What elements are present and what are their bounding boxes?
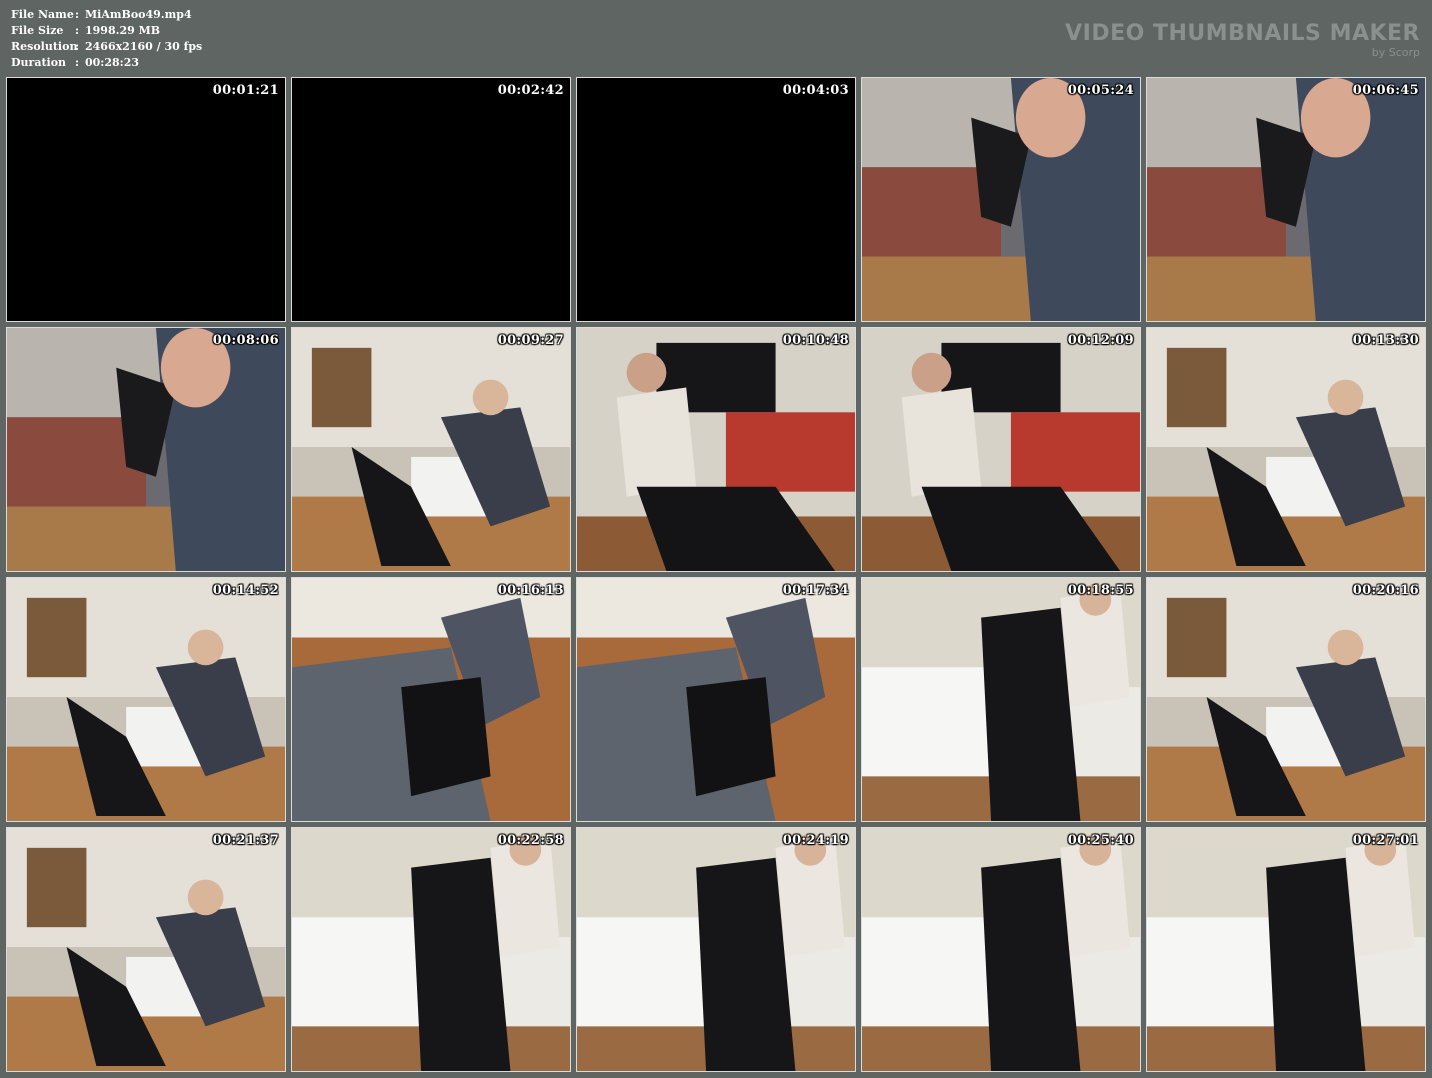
- video-thumbnail[interactable]: 00:08:06: [6, 327, 286, 572]
- thumbnail-timestamp: 00:02:42: [497, 83, 564, 98]
- video-thumbnail[interactable]: 00:02:42: [291, 77, 571, 322]
- separator: :: [75, 40, 80, 53]
- file-name-label: File Name: [11, 8, 74, 21]
- resolution-value: 2466x2160 / 30 fps: [85, 40, 203, 53]
- thumbnail-timestamp: 00:27:01: [1352, 833, 1419, 848]
- thumbnail-timestamp: 00:06:45: [1352, 83, 1419, 98]
- file-size-row: File Size : 1998.29 MB: [11, 23, 202, 39]
- file-size-label: File Size: [11, 24, 64, 37]
- thumbnail-frame-image: [1147, 328, 1425, 571]
- brand-subtitle: by Scorp: [1371, 46, 1420, 59]
- video-thumbnail[interactable]: 00:25:40: [861, 827, 1141, 1072]
- thumbnail-frame-image: [292, 578, 570, 821]
- thumbnail-timestamp: 00:13:30: [1352, 333, 1419, 348]
- thumbnail-timestamp: 00:20:16: [1352, 583, 1419, 598]
- thumbnail-frame-image: [7, 328, 285, 571]
- video-thumbnail[interactable]: 00:22:58: [291, 827, 571, 1072]
- duration-label: Duration: [11, 56, 67, 69]
- video-thumbnail[interactable]: 00:12:09: [861, 327, 1141, 572]
- thumbnail-timestamp: 00:09:27: [497, 333, 564, 348]
- thumbnail-frame-image: [7, 78, 285, 321]
- video-thumbnail[interactable]: 00:24:19: [576, 827, 856, 1072]
- video-thumbnail[interactable]: 00:20:16: [1146, 577, 1426, 822]
- thumbnail-timestamp: 00:16:13: [497, 583, 564, 598]
- separator: :: [75, 56, 80, 69]
- separator: :: [75, 24, 80, 37]
- thumbnail-frame-image: [577, 328, 855, 571]
- thumbnail-timestamp: 00:22:58: [497, 833, 564, 848]
- thumbnail-frame-image: [577, 78, 855, 321]
- thumbnail-timestamp: 00:10:48: [782, 333, 849, 348]
- brand-watermark: VIDEO THUMBNAILS MAKER by Scorp: [1065, 21, 1420, 60]
- thumbnail-timestamp: 00:17:34: [782, 583, 849, 598]
- thumbnail-frame-image: [862, 578, 1140, 821]
- video-thumbnail[interactable]: 00:27:01: [1146, 827, 1426, 1072]
- thumbnail-frame-image: [292, 828, 570, 1071]
- thumbnail-frame-image: [292, 78, 570, 321]
- thumbnail-timestamp: 00:01:21: [212, 83, 279, 98]
- duration-row: Duration : 00:28:23: [11, 55, 202, 71]
- video-thumbnail[interactable]: 00:10:48: [576, 327, 856, 572]
- resolution-label: Resolution: [11, 40, 78, 53]
- video-thumbnail[interactable]: 00:16:13: [291, 577, 571, 822]
- thumbnail-frame-image: [577, 578, 855, 821]
- resolution-row: Resolution : 2466x2160 / 30 fps: [11, 39, 202, 55]
- thumbnail-frame-image: [862, 328, 1140, 571]
- video-thumbnail[interactable]: 00:17:34: [576, 577, 856, 822]
- video-thumbnail[interactable]: 00:06:45: [1146, 77, 1426, 322]
- thumbnail-frame-image: [7, 828, 285, 1071]
- file-size-value: 1998.29 MB: [85, 24, 161, 37]
- thumbnail-frame-image: [862, 828, 1140, 1071]
- separator: :: [75, 8, 80, 21]
- thumbnail-timestamp: 00:24:19: [782, 833, 849, 848]
- thumbnail-timestamp: 00:21:37: [212, 833, 279, 848]
- video-thumbnail[interactable]: 00:18:55: [861, 577, 1141, 822]
- thumbnail-frame-image: [1147, 78, 1425, 321]
- video-thumbnail[interactable]: 00:09:27: [291, 327, 571, 572]
- file-name-row: File Name : MiAmBoo49.mp4: [11, 7, 202, 23]
- thumbnail-frame-image: [862, 78, 1140, 321]
- thumbnail-timestamp: 00:05:24: [1067, 83, 1134, 98]
- video-thumbnail[interactable]: 00:04:03: [576, 77, 856, 322]
- thumbnail-timestamp: 00:04:03: [782, 83, 849, 98]
- thumbnail-timestamp: 00:14:52: [212, 583, 279, 598]
- thumbnail-frame-image: [292, 328, 570, 571]
- video-thumbnail[interactable]: 00:21:37: [6, 827, 286, 1072]
- video-thumbnail[interactable]: 00:05:24: [861, 77, 1141, 322]
- duration-value: 00:28:23: [85, 56, 140, 69]
- thumbnail-grid: 00:01:21 00:02:42 00:04:03 00:05:24 00:06:45…: [6, 77, 1426, 1072]
- thumbnail-timestamp: 00:18:55: [1067, 583, 1134, 598]
- thumbnail-frame-image: [1147, 578, 1425, 821]
- thumbnail-timestamp: 00:25:40: [1067, 833, 1134, 848]
- thumbnail-frame-image: [577, 828, 855, 1071]
- file-info: File Name : MiAmBoo49.mp4 File Size : 19…: [11, 7, 202, 71]
- video-thumbnail[interactable]: 00:01:21: [6, 77, 286, 322]
- header: File Name : MiAmBoo49.mp4 File Size : 19…: [0, 0, 1432, 76]
- file-name-value: MiAmBoo49.mp4: [85, 8, 192, 21]
- video-thumbnail[interactable]: 00:14:52: [6, 577, 286, 822]
- thumbnail-timestamp: 00:12:09: [1067, 333, 1134, 348]
- thumbnail-timestamp: 00:08:06: [212, 333, 279, 348]
- brand-title: VIDEO THUMBNAILS MAKER: [1065, 21, 1420, 46]
- thumbnail-frame-image: [1147, 828, 1425, 1071]
- video-thumbnail[interactable]: 00:13:30: [1146, 327, 1426, 572]
- thumbnail-frame-image: [7, 578, 285, 821]
